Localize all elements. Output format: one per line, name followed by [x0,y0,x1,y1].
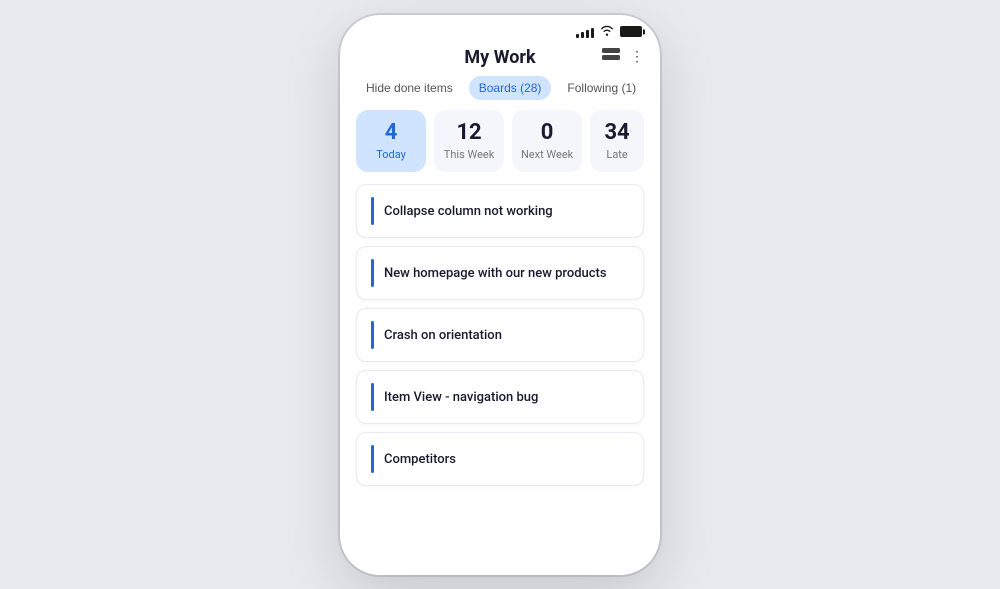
item-text: Crash on orientation [384,328,502,343]
list-item[interactable]: Crash on orientation [356,308,644,362]
item-text: Collapse column not working [384,204,553,219]
items-list: Collapse column not working New homepage… [340,184,660,574]
stat-today-label: Today [376,148,406,162]
signal-icon [576,26,594,38]
item-text: New homepage with our new products [384,266,607,281]
stat-today[interactable]: 4 Today [356,110,426,173]
list-item[interactable]: Collapse column not working [356,184,644,238]
header: My Work ⋮ [340,43,660,76]
tab-boards[interactable]: Boards (28) [469,76,552,100]
list-item[interactable]: Item View - navigation bug [356,370,644,424]
battery-icon [620,26,642,37]
item-accent-bar [371,321,374,349]
stat-late[interactable]: 34 Late [590,110,644,173]
phone-notch [450,15,550,37]
item-accent-bar [371,445,374,473]
tab-hide-done[interactable]: Hide done items [356,76,463,100]
item-accent-bar [371,383,374,411]
wifi-icon [600,25,614,39]
stat-next-week[interactable]: 0 Next Week [512,110,582,173]
item-accent-bar [371,197,374,225]
tab-following[interactable]: Following (1) [557,76,646,100]
stat-this-week-number: 12 [456,120,481,146]
header-icons: ⋮ [602,48,644,66]
tabs-bar: Hide done items Boards (28) Following (1… [340,76,660,110]
stat-this-week-label: This Week [444,148,495,162]
phone-shell: My Work ⋮ Hide done items Boards (28) Fo… [340,15,660,575]
stats-row: 4 Today 12 This Week 0 Next Week 34 Late [340,110,660,185]
stat-next-week-number: 0 [541,120,554,146]
stat-today-number: 4 [385,120,398,146]
item-accent-bar [371,259,374,287]
stat-this-week[interactable]: 12 This Week [434,110,504,173]
page-title: My Work [464,47,535,68]
item-text: Item View - navigation bug [384,390,538,405]
layout-icon[interactable] [602,48,620,66]
stat-late-number: 34 [604,120,629,146]
list-item[interactable]: Competitors [356,432,644,486]
item-text: Competitors [384,452,456,467]
stat-next-week-label: Next Week [521,148,573,162]
list-item[interactable]: New homepage with our new products [356,246,644,300]
stat-late-label: Late [606,148,627,162]
more-options-icon[interactable]: ⋮ [630,49,644,65]
